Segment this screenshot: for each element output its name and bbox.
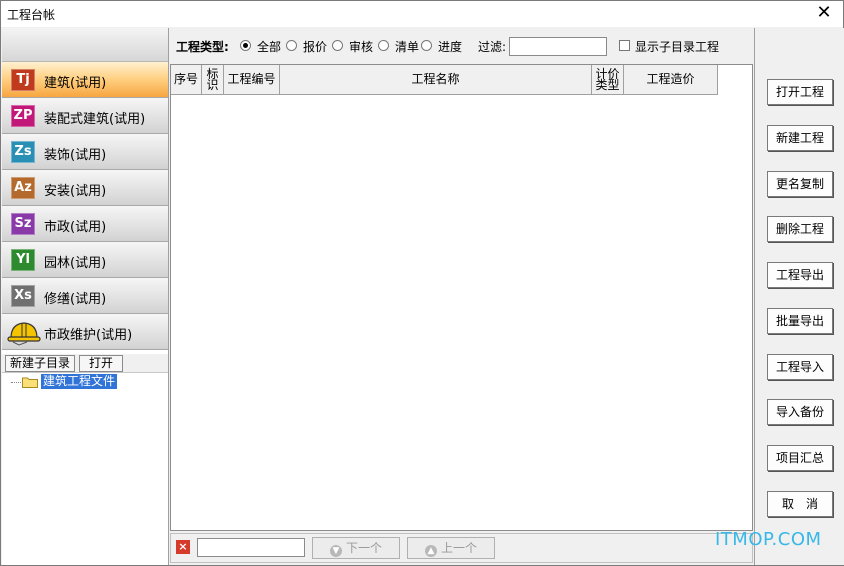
category-municipal-maintenance[interactable]: 市政维护(试用) <box>2 314 168 350</box>
search-input[interactable] <box>197 538 305 557</box>
landscape-badge-icon: Yl <box>11 249 35 271</box>
filter-label: 过滤: <box>478 40 507 54</box>
decoration-badge-icon: Zs <box>11 141 35 163</box>
building-badge-icon: Tj <box>11 69 35 91</box>
installation-badge-icon: Az <box>11 177 35 199</box>
category-label: 安装(试用) <box>44 184 107 199</box>
project-table[interactable]: 序号 标识 工程编号 工程名称 计价类型 工程造价 <box>170 64 753 531</box>
category-label: 园林(试用) <box>44 256 107 271</box>
repair-badge-icon: Xs <box>11 285 35 307</box>
import-backup-button[interactable]: 导入备份 <box>767 399 833 425</box>
radio-list-label: 清单 <box>395 40 420 54</box>
radio-all-label: 全部 <box>257 40 282 54</box>
col-project-code[interactable]: 工程编号 <box>224 65 280 95</box>
radio-progress-label: 进度 <box>438 40 463 54</box>
find-prev-button[interactable]: ▲ 上一个 <box>407 537 495 559</box>
col-mark[interactable]: 标识 <box>202 65 224 95</box>
arrow-down-icon: ▼ <box>329 545 342 557</box>
sidebar-header <box>2 28 168 62</box>
category-decoration[interactable]: Zs 装饰(试用) <box>2 134 168 170</box>
new-project-button[interactable]: 新建工程 <box>767 125 833 151</box>
category-label: 装饰(试用) <box>44 148 107 163</box>
col-pricing-type[interactable]: 计价类型 <box>592 65 624 95</box>
category-landscape[interactable]: Yl 园林(试用) <box>2 242 168 278</box>
show-subdir-checkbox[interactable] <box>619 40 630 51</box>
radio-all[interactable] <box>240 40 251 51</box>
find-next-button[interactable]: ▼ 下一个 <box>312 537 400 559</box>
project-list-panel: 工程类型: 全部 报价 审核 清单 进度 过滤: 显示子目录工程 序号 标识 工… <box>170 28 754 565</box>
category-installation[interactable]: Az 安装(试用) <box>2 170 168 206</box>
radio-progress[interactable] <box>421 40 432 51</box>
show-subdir-label: 显示子目录工程 <box>635 40 720 54</box>
ledger-window: 工程台帐 ✕ Tj 建筑(试用) ZP 装配式建筑(试用) Zs 装饰(试用) … <box>0 0 844 566</box>
category-building[interactable]: Tj 建筑(试用) <box>2 62 168 98</box>
radio-quote-label: 报价 <box>303 40 328 54</box>
rename-copy-button[interactable]: 更名复制 <box>767 171 833 197</box>
category-label: 市政(试用) <box>44 220 107 235</box>
watermark-text: ITMOP.COM <box>715 529 822 550</box>
find-prev-label: 上一个 <box>440 541 477 555</box>
prefab-badge-icon: ZP <box>11 105 35 127</box>
new-subdir-button[interactable]: 新建子目录 <box>5 355 75 372</box>
folder-icon <box>22 377 38 388</box>
import-project-button[interactable]: 工程导入 <box>767 354 833 380</box>
action-panel: 打开工程 新建工程 更名复制 删除工程 工程导出 批量导出 工程导入 导入备份 … <box>754 28 844 565</box>
radio-audit[interactable] <box>332 40 343 51</box>
category-sidebar: Tj 建筑(试用) ZP 装配式建筑(试用) Zs 装饰(试用) Az 安装(试… <box>2 28 169 565</box>
project-type-label: 工程类型: <box>176 40 229 54</box>
category-label: 市政维护(试用) <box>44 328 133 343</box>
tree-toolbar: 新建子目录 打开 <box>2 354 168 373</box>
tree-item-building-files[interactable]: 建筑工程文件 <box>41 374 118 389</box>
hardhat-icon <box>7 322 41 346</box>
filter-bar: 工程类型: 全部 报价 审核 清单 进度 过滤: 显示子目录工程 <box>170 28 754 62</box>
category-municipal[interactable]: Sz 市政(试用) <box>2 206 168 242</box>
close-icon[interactable]: ✕ <box>811 2 837 26</box>
window-title: 工程台帐 <box>7 8 56 22</box>
open-folder-button[interactable]: 打开 <box>79 355 123 372</box>
project-summary-button[interactable]: 项目汇总 <box>767 445 833 471</box>
delete-project-button[interactable]: 删除工程 <box>767 216 833 242</box>
tree-connector <box>11 382 21 383</box>
col-index[interactable]: 序号 <box>171 65 202 95</box>
category-label: 装配式建筑(试用) <box>44 112 146 127</box>
radio-audit-label: 审核 <box>349 40 374 54</box>
radio-list[interactable] <box>378 40 389 51</box>
search-bar: × ▼ 下一个 ▲ 上一个 <box>170 533 753 563</box>
municipal-badge-icon: Sz <box>11 213 35 235</box>
clear-search-icon[interactable]: × <box>176 540 190 554</box>
title-bar: 工程台帐 ✕ <box>1 1 843 27</box>
radio-quote[interactable] <box>286 40 297 51</box>
category-label: 修缮(试用) <box>44 292 107 307</box>
arrow-up-icon: ▲ <box>424 545 437 557</box>
table-header: 序号 标识 工程编号 工程名称 计价类型 工程造价 <box>171 65 718 95</box>
category-prefab-building[interactable]: ZP 装配式建筑(试用) <box>2 98 168 134</box>
col-project-name[interactable]: 工程名称 <box>280 65 592 95</box>
cancel-button[interactable]: 取 消 <box>767 491 833 517</box>
category-repair[interactable]: Xs 修缮(试用) <box>2 278 168 314</box>
category-label: 建筑(试用) <box>44 76 107 91</box>
filter-input[interactable] <box>509 37 607 56</box>
find-next-label: 下一个 <box>345 541 382 555</box>
open-project-button[interactable]: 打开工程 <box>767 79 833 105</box>
batch-export-button[interactable]: 批量导出 <box>767 308 833 334</box>
export-project-button[interactable]: 工程导出 <box>767 262 833 288</box>
col-project-cost[interactable]: 工程造价 <box>624 65 718 95</box>
